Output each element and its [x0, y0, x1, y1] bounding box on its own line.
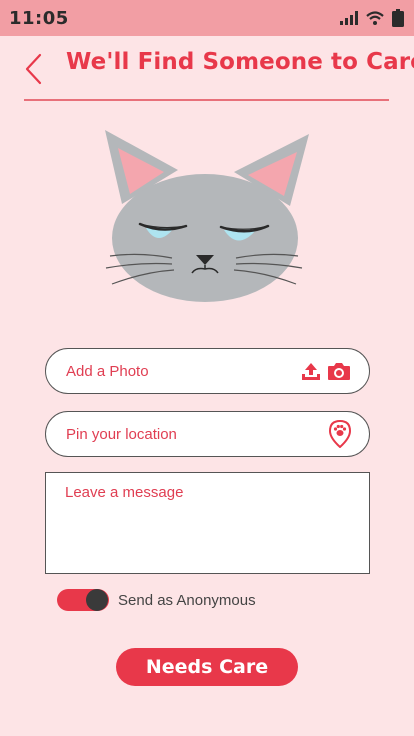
pin-location-field[interactable]: Pin your location — [45, 411, 370, 457]
upload-icon[interactable] — [301, 361, 321, 381]
header-divider — [24, 99, 389, 101]
message-textarea[interactable] — [45, 472, 370, 574]
pin-location-label: Pin your location — [66, 425, 177, 443]
location-action — [329, 420, 351, 448]
anonymous-toggle[interactable] — [57, 589, 109, 611]
status-time: 11:05 — [9, 7, 69, 29]
add-photo-field[interactable]: Add a Photo — [45, 348, 370, 394]
header: We'll Find Someone to Care — [0, 36, 414, 100]
needs-care-button[interactable]: Needs Care — [116, 648, 298, 686]
add-photo-label: Add a Photo — [66, 362, 149, 380]
back-button[interactable] — [20, 52, 46, 86]
chevron-left-icon — [25, 53, 42, 85]
toggle-knob — [86, 589, 108, 611]
status-bar: 11:05 — [0, 0, 414, 36]
camera-icon[interactable] — [327, 361, 351, 381]
page-title: We'll Find Someone to Care — [66, 49, 414, 75]
status-icons — [340, 9, 404, 27]
map-pin-paw-icon[interactable] — [329, 420, 351, 448]
sad-cat-illustration — [100, 126, 312, 306]
battery-icon — [392, 9, 404, 27]
signal-icon — [340, 11, 358, 25]
anonymous-label: Send as Anonymous — [118, 592, 256, 609]
photo-actions — [301, 361, 351, 381]
wifi-icon — [366, 11, 384, 25]
